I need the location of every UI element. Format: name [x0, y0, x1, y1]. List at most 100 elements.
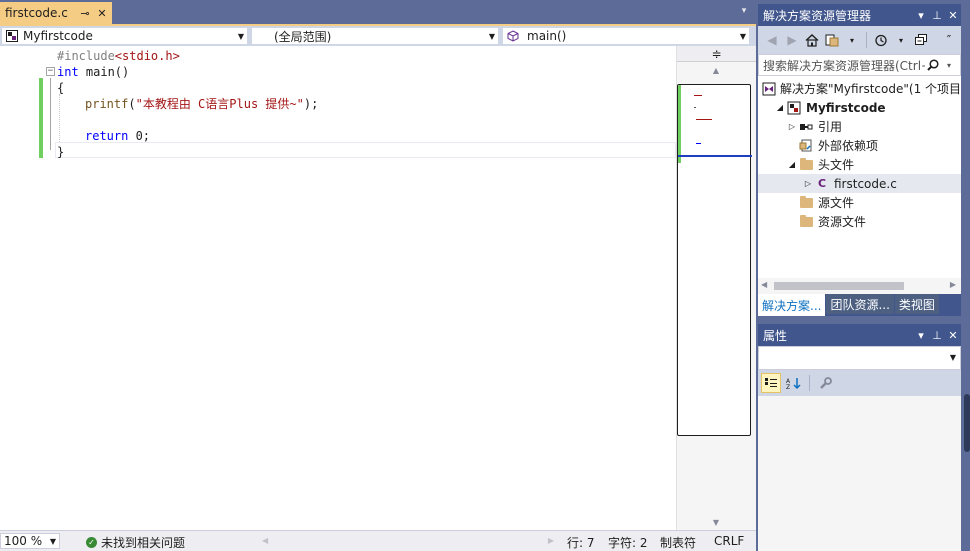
code-line-7[interactable]: } [57, 144, 64, 160]
close-tab-icon[interactable]: ✕ [95, 7, 109, 20]
pending-changes-filter-icon[interactable] [873, 31, 889, 49]
tree-item-header-files[interactable]: ◢ 头文件 [758, 155, 961, 174]
collapsed-arrow-icon[interactable]: ▷ [786, 122, 798, 131]
close-icon[interactable]: ✕ [945, 329, 961, 342]
tree-item-solution[interactable]: 解决方案"Myfirstcode"(1 个项目/共 1 个) [758, 79, 961, 98]
chevron-down-icon[interactable]: ▾ [844, 31, 860, 49]
home-icon[interactable] [804, 31, 820, 49]
solution-explorer-title: 解决方案资源管理器 [763, 8, 872, 23]
tree-item-resource-files[interactable]: 资源文件 [758, 212, 961, 231]
window-menu-icon[interactable]: ▾ [913, 9, 929, 22]
solution-icon [762, 82, 776, 96]
toolbar-separator [809, 375, 810, 391]
document-tab-strip: firstcode.c ⊸ ✕ ▾ [0, 0, 756, 24]
c-file-icon: C [817, 177, 827, 190]
code-editor[interactable]: #include<stdio.h> − int main() { printf(… [0, 46, 676, 530]
toolbar-overflow-icon[interactable]: ″ [941, 31, 957, 49]
tree-item-label: Myfirstcode [806, 100, 886, 115]
alphabetical-sort-icon[interactable]: AZ [784, 373, 804, 393]
solution-tree-hscrollbar[interactable]: ◀ ▶ [758, 278, 961, 294]
tree-item-label: 资源文件 [818, 215, 867, 229]
scroll-up-icon[interactable]: ▲ [707, 66, 725, 76]
properties-title: 属性 [763, 328, 788, 343]
properties-toolbar: AZ [758, 370, 961, 396]
back-icon[interactable]: ◀ [764, 31, 780, 49]
close-brace: } [57, 145, 65, 159]
split-window-icon[interactable]: ≑ [677, 46, 756, 62]
pin-tab-icon[interactable]: ⊸ [78, 7, 92, 20]
include-directive: #include [57, 49, 115, 63]
scroll-down-icon[interactable]: ▼ [707, 518, 725, 528]
project-combo[interactable]: Myfirstcode ▼ [1, 27, 248, 45]
tab-solution-explorer[interactable]: 解决方案... [758, 294, 826, 316]
code-line-3[interactable]: { [57, 80, 64, 96]
tree-item-source-files[interactable]: 源文件 [758, 193, 961, 212]
code-line-2[interactable]: int main() [57, 64, 129, 80]
member-combo[interactable]: main() ▼ [502, 27, 750, 45]
tree-item-external-dependencies[interactable]: 外部依赖项 [758, 136, 961, 155]
member-combo-value: main() [527, 29, 567, 43]
pin-icon[interactable]: ⊥ [929, 329, 945, 342]
expanded-arrow-icon[interactable]: ◢ [774, 103, 786, 112]
switch-views-icon[interactable] [824, 31, 840, 49]
tree-item-label: 引用 [818, 120, 843, 134]
resize-grip[interactable] [964, 394, 970, 452]
chevron-down-icon[interactable]: ▾ [893, 31, 909, 49]
collapse-all-icon[interactable] [913, 31, 929, 49]
zoom-combo[interactable]: 100 % ▼ [0, 533, 60, 549]
search-icon[interactable] [925, 56, 941, 74]
scope-combo[interactable]: (全局范围) ▼ [251, 27, 499, 45]
collapse-toggle-icon[interactable]: − [46, 67, 55, 76]
tab-overflow-icon[interactable]: ▾ [738, 6, 750, 18]
window-menu-icon[interactable]: ▾ [913, 329, 929, 342]
scrollbar-thumb[interactable] [774, 282, 904, 290]
horizontal-scrollbar[interactable]: ◀ ▶ [262, 536, 554, 546]
main-signature: main() [78, 65, 130, 79]
minimap-code-mark [694, 107, 696, 108]
scroll-right-icon[interactable]: ▶ [548, 536, 554, 545]
tree-item-label: 解决方案"Myfirstcode"(1 个项目/共 1 个) [780, 82, 961, 96]
line-ending[interactable]: CRLF [714, 534, 744, 548]
vertical-scrollbar[interactable]: ≑ ▲ ▼ [676, 46, 756, 530]
scroll-left-icon[interactable]: ◀ [761, 280, 767, 289]
chevron-down-icon: ▼ [49, 536, 57, 546]
tree-item-references[interactable]: ▷ 引用 [758, 117, 961, 136]
indent-mode[interactable]: 制表符 [660, 534, 696, 551]
code-minimap[interactable] [677, 84, 752, 436]
document-tab-title: firstcode.c [5, 6, 68, 20]
editor-status-bar: 100 % ▼ ✓ 未找到相关问题 ◀ ▶ 行: 7 字符: 2 制表符 CRL… [0, 530, 756, 551]
properties-grid [758, 396, 961, 551]
tree-item-firstcode-c[interactable]: ▷ C firstcode.c [758, 174, 961, 193]
project-icon [786, 101, 802, 115]
pin-icon[interactable]: ⊥ [929, 9, 945, 22]
solution-explorer-search[interactable]: 搜索解决方案资源管理器(Ctrl+;) ▾ [758, 54, 961, 76]
line-number: 行: 7 [567, 536, 595, 550]
change-tracking-bar [39, 78, 43, 158]
code-line-1[interactable]: #include<stdio.h> [57, 48, 180, 64]
code-line-6[interactable]: return 0; [85, 128, 150, 144]
properties-object-combo[interactable]: ▼ [758, 346, 961, 370]
wrench-icon[interactable] [815, 373, 835, 393]
code-line-4[interactable]: printf("本教程由 C语言Plus 提供~"); [85, 96, 318, 112]
tree-item-label: 源文件 [818, 196, 855, 210]
minimap-code-mark [696, 119, 712, 120]
include-header: <stdio.h> [114, 49, 180, 63]
scroll-right-icon[interactable]: ▶ [950, 280, 956, 289]
categorized-icon[interactable] [761, 373, 781, 393]
tree-item-label: 外部依赖项 [818, 139, 879, 153]
forward-icon[interactable]: ▶ [784, 31, 800, 49]
properties-title-bar: 属性 ▾ ⊥ ✕ [758, 324, 961, 346]
document-tab-firstcode[interactable]: firstcode.c ⊸ ✕ [0, 2, 112, 24]
collapsed-arrow-icon[interactable]: ▷ [802, 179, 814, 188]
check-circle-icon: ✓ [86, 537, 97, 548]
tree-item-project[interactable]: ◢ Myfirstcode [758, 98, 961, 117]
expanded-arrow-icon[interactable]: ◢ [786, 160, 798, 169]
scroll-left-icon[interactable]: ◀ [262, 536, 268, 545]
minimap-code-mark [696, 143, 701, 144]
chevron-down-icon[interactable]: ▾ [941, 56, 957, 74]
tab-team-explorer[interactable]: 团队资源... [826, 294, 894, 314]
close-icon[interactable]: ✕ [945, 9, 961, 22]
tab-class-view[interactable]: 类视图 [894, 294, 939, 314]
external-dependencies-icon [798, 139, 814, 153]
issues-indicator[interactable]: ✓ 未找到相关问题 [86, 534, 185, 551]
